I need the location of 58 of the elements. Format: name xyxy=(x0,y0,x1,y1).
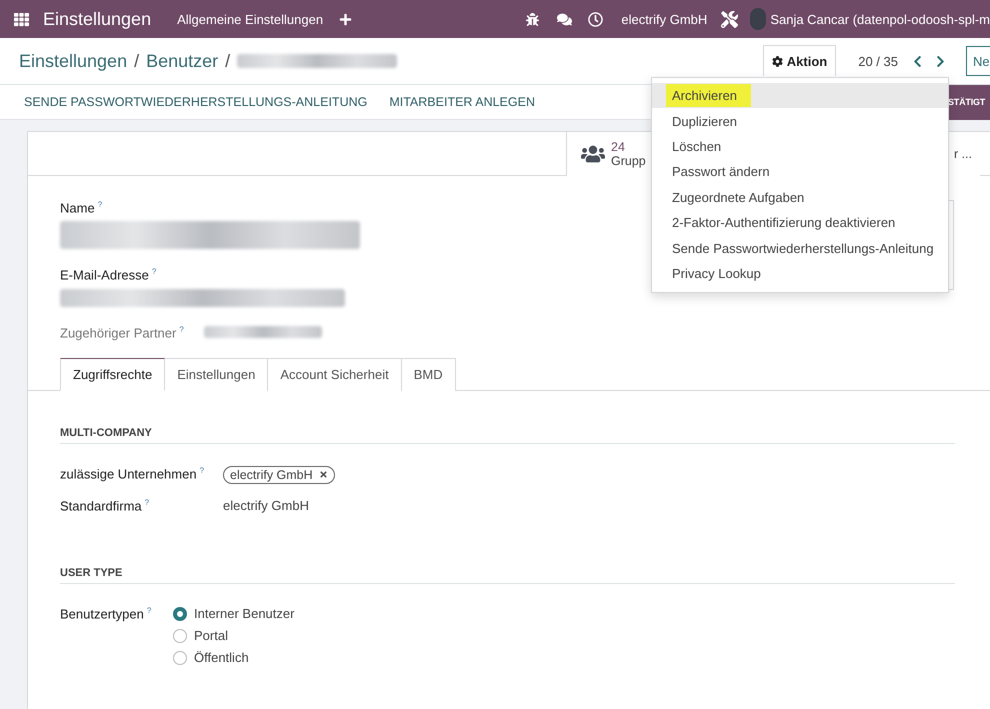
radio-label[interactable]: Interner Benutzer xyxy=(194,606,294,622)
field-label: zulässige Unternehmen $^{?}$ xyxy=(60,466,206,482)
menu-item[interactable]: Duplizieren xyxy=(652,108,948,134)
breadcrumb-separator: / xyxy=(225,50,230,72)
radio-button[interactable] xyxy=(173,606,187,621)
chat-icon[interactable] xyxy=(557,12,572,26)
help-mark: ? xyxy=(144,498,150,507)
field-value: electrify GmbH xyxy=(223,498,310,513)
radio-label[interactable]: Öffentlich xyxy=(194,650,249,666)
status-button[interactable]: STÄTIGT xyxy=(946,84,990,120)
breadcrumb-separator: / xyxy=(134,50,140,72)
company-tag[interactable]: electrify GmbH xyxy=(223,466,335,484)
apps-grid-icon[interactable] xyxy=(14,12,29,26)
new-button[interactable]: Ne xyxy=(966,46,990,76)
help-mark: ? xyxy=(152,267,156,276)
field-label: Benutzertypen $^{?}$ xyxy=(60,606,152,622)
menu-item[interactable]: Löschen xyxy=(652,134,948,160)
field-label: E-Mail-Adresse $^{?}$ xyxy=(60,267,156,283)
remove-icon[interactable] xyxy=(318,470,328,480)
company-switcher[interactable]: electrify GmbH xyxy=(621,12,708,26)
radio-button[interactable] xyxy=(173,650,187,665)
help-mark: ? xyxy=(146,606,152,616)
radio-label[interactable]: Portal xyxy=(194,628,228,644)
tools-icon[interactable] xyxy=(721,10,738,28)
chevron-left-icon xyxy=(911,54,924,68)
tab[interactable]: Einstellungen xyxy=(165,358,268,391)
section-title: MULTI-COMPANY xyxy=(60,426,955,444)
user-menu[interactable]: Sanja Cancar (datenpol-odoosh-spl-m xyxy=(770,12,990,26)
help-mark: ? xyxy=(98,200,102,209)
help-mark: ? xyxy=(200,466,204,475)
app-title: Einstellungen xyxy=(43,8,152,30)
radio-button[interactable] xyxy=(173,628,187,643)
chevron-right-icon xyxy=(934,54,947,68)
menu-item[interactable]: Sende Passwortwiederherstellungs-Anleitung xyxy=(652,235,948,261)
menu-item[interactable]: Archivieren xyxy=(652,83,948,108)
plus-icon[interactable] xyxy=(339,12,352,26)
clock-icon[interactable] xyxy=(588,12,604,26)
menu-item[interactable]: 2-Faktor-Authentifizierung deaktivieren xyxy=(652,210,948,236)
header-button[interactable]: MITARBEITER ANLEGEN xyxy=(383,95,541,109)
action-button[interactable]: Aktion xyxy=(762,45,836,76)
header-button[interactable]: SENDE PASSWORTWIEDERHERSTELLUNGS-ANLEITUNG xyxy=(18,95,374,109)
section-title: USER TYPE xyxy=(60,567,955,584)
help-mark: ? xyxy=(179,324,184,334)
tab[interactable]: Account Sicherheit xyxy=(268,358,402,391)
tab[interactable]: Zugriffsrechte xyxy=(60,358,166,391)
menu-item[interactable]: Allgemeine Einstellungen xyxy=(177,12,324,26)
field-label: Zugehöriger Partner $^{?}$ xyxy=(60,324,184,340)
menu-item[interactable]: Zugeordnete Aufgaben xyxy=(652,184,948,210)
tab[interactable]: BMD xyxy=(402,358,456,391)
breadcrumb[interactable]: Benutzer xyxy=(146,50,218,72)
menu-item[interactable]: Passwort ändern xyxy=(652,159,948,185)
bug-icon[interactable] xyxy=(526,12,540,26)
gear-icon xyxy=(772,56,783,66)
menu-item[interactable]: Privacy Lookup xyxy=(652,260,948,286)
field-label: Standardfirma $^{?}$ xyxy=(60,498,150,514)
pager-counter[interactable]: 20 / 35 xyxy=(858,54,898,68)
field-label: Name $^{?}$ xyxy=(60,200,102,216)
breadcrumb[interactable]: Einstellungen xyxy=(19,50,128,72)
